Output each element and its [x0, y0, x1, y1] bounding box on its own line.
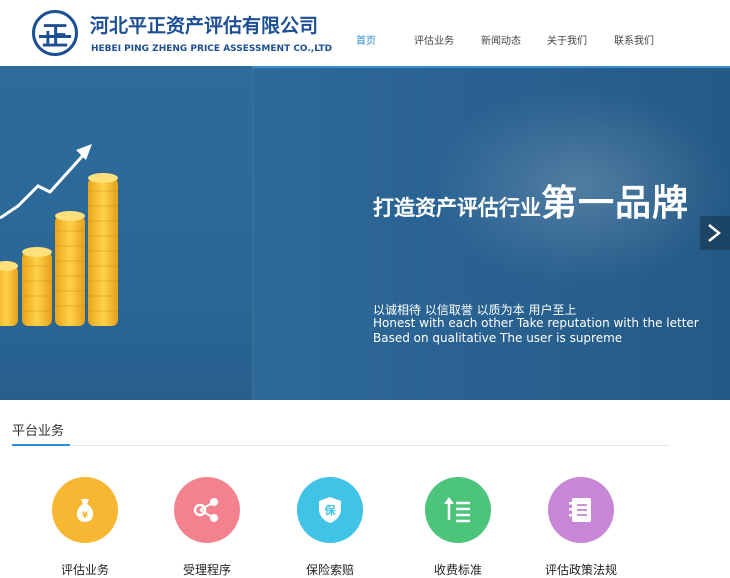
service-circle [174, 477, 240, 543]
service-fees[interactable]: 收费标准 [425, 477, 491, 577]
motto-en-line-1: Honest with each other Take reputation w… [373, 316, 699, 330]
banner-divider [252, 66, 253, 400]
list-sort-icon [444, 497, 470, 523]
service-label: 保险索赔 [305, 563, 354, 577]
chevron-right-icon [708, 224, 722, 242]
growth-arrow-line [0, 150, 88, 220]
service-circle [548, 477, 614, 543]
site-header: 正 河北平正资产评估有限公司 HEBEI PING ZHENG PRICE AS… [0, 0, 730, 66]
banner-slogan: 打造资产评估行业第一品牌 [373, 174, 689, 226]
slogan-big: 第一品牌 [541, 183, 690, 224]
service-circle [425, 477, 491, 543]
section-divider [12, 445, 670, 446]
share-nodes-icon [193, 498, 218, 522]
service-assessment[interactable]: ¥ 评估业务 [52, 477, 118, 577]
svg-text:保: 保 [324, 503, 337, 517]
banner-left-panel [0, 66, 252, 400]
coin-stacks [0, 173, 118, 326]
section-title: 平台业务 [12, 424, 65, 439]
service-circle: ¥ [52, 477, 118, 543]
company-name-cn: 河北平正资产评估有限公司 [90, 15, 319, 37]
motto-en-line-2: Based on qualitative The user is supreme [373, 331, 623, 345]
service-label: 评估政策法规 [544, 563, 617, 577]
nav-item-news[interactable]: 新闻动态 [481, 32, 521, 47]
hero-banner: 打造资产评估行业第一品牌 以诚相待 以信取誉 以质为本 用户至上 Honest … [0, 66, 730, 400]
logo-glyph: 正 [41, 22, 68, 52]
service-insurance[interactable]: 保 保险索赔 [297, 477, 363, 577]
notebook-icon [569, 498, 591, 522]
service-label: 评估业务 [60, 563, 109, 577]
company-logo[interactable]: 正 [32, 10, 78, 56]
nav-item-contact[interactable]: 联系我们 [614, 32, 654, 47]
service-label: 收费标准 [433, 563, 482, 577]
money-bag-icon: ¥ [76, 499, 94, 522]
banner-next-button[interactable] [700, 216, 730, 250]
company-name-en: HEBEI PING ZHENG PRICE ASSESSMENT CO.,LT… [91, 44, 333, 54]
coin-growth-illustration [0, 144, 118, 326]
service-procedure[interactable]: 受理程序 [174, 477, 240, 577]
service-regulations[interactable]: 评估政策法规 [545, 477, 617, 577]
shield-icon: 保 [319, 497, 341, 523]
service-label: 受理程序 [182, 563, 231, 577]
nav-item-assessment[interactable]: 评估业务 [414, 32, 454, 47]
slogan-small: 打造资产评估行业 [373, 196, 541, 220]
growth-arrow-head [76, 144, 92, 160]
nav-item-home[interactable]: 首页 [356, 32, 376, 47]
svg-text:¥: ¥ [82, 511, 89, 521]
section-title-underline [12, 444, 70, 446]
service-circle: 保 [297, 477, 363, 543]
nav-item-about[interactable]: 关于我们 [547, 32, 587, 47]
